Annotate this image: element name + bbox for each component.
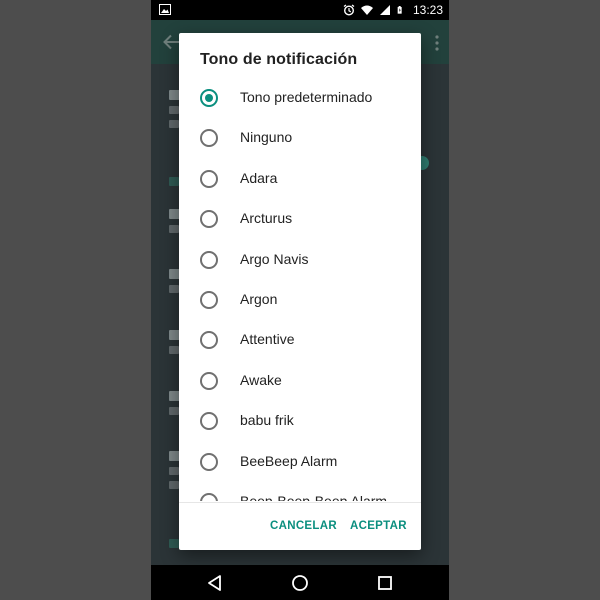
radio-unchecked-icon[interactable] — [200, 493, 218, 501]
status-time: 13:23 — [412, 3, 443, 17]
ringtone-option-label: Arcturus — [240, 210, 293, 227]
background-section-header — [169, 177, 179, 186]
ringtone-option-label: BeeBeep Alarm — [240, 452, 338, 469]
radio-unchecked-icon[interactable] — [200, 169, 218, 188]
ringtone-option[interactable]: BeeBeep Alarm — [179, 442, 421, 482]
ringtone-option[interactable]: Attentive — [179, 320, 421, 360]
navigation-bar — [151, 565, 449, 600]
radio-unchecked-icon[interactable] — [200, 250, 218, 269]
dialog-title: Tono de notificación — [200, 51, 358, 68]
more-vert-icon — [435, 35, 439, 51]
ringtone-option[interactable]: Argon — [179, 280, 421, 320]
alarm-icon — [343, 4, 355, 16]
cancel-button[interactable]: CANCELAR — [270, 520, 337, 532]
ringtone-option-label: Ninguno — [240, 129, 293, 146]
ringtone-options-list[interactable]: Tono predeterminado Ninguno Adara Arcturus A… — [179, 78, 421, 501]
accept-button[interactable]: ACEPTAR — [350, 520, 407, 532]
ringtone-option[interactable]: babu frik — [179, 401, 421, 441]
radio-unchecked-icon[interactable] — [200, 331, 218, 350]
ringtone-option[interactable]: Beep-Beep-Beep Alarm — [179, 482, 421, 501]
wifi-icon — [360, 5, 373, 15]
ringtone-option[interactable]: Awake — [179, 361, 421, 401]
signal-icon — [379, 5, 390, 15]
background-section-header — [169, 539, 179, 548]
radio-unchecked-icon[interactable] — [200, 371, 218, 390]
nav-home-icon[interactable] — [291, 574, 309, 592]
ringtone-option[interactable]: Ninguno — [179, 118, 421, 158]
ringtone-option-label: Attentive — [240, 331, 295, 348]
ringtone-option[interactable]: Tono predeterminado — [179, 78, 421, 118]
radio-unchecked-icon[interactable] — [200, 291, 218, 309]
radio-unchecked-icon[interactable] — [200, 412, 218, 431]
ringtone-option-label: Adara — [240, 169, 278, 186]
ringtone-option-label: babu frik — [240, 412, 294, 429]
battery-icon — [397, 6, 402, 14]
radio-unchecked-icon[interactable] — [200, 129, 218, 148]
nav-back-icon[interactable] — [206, 574, 224, 592]
dialog-divider — [179, 502, 421, 503]
ringtone-option-label: Awake — [240, 371, 282, 388]
radio-checked-icon[interactable] — [200, 89, 218, 107]
ringtone-option-label: Tono predeterminado — [240, 89, 373, 105]
ringtone-option-label: Argon — [240, 291, 278, 307]
nav-recents-icon[interactable] — [376, 574, 394, 592]
ringtone-option[interactable]: Argo Navis — [179, 240, 421, 280]
status-bar: 13:23 — [151, 0, 449, 20]
radio-unchecked-icon[interactable] — [200, 210, 218, 229]
ringtone-option[interactable]: Arcturus — [179, 199, 421, 239]
ringtone-option[interactable]: Adara — [179, 159, 421, 199]
ringtone-option-label: Argo Navis — [240, 250, 309, 267]
image-icon — [159, 4, 171, 15]
ringtone-option-label: Beep-Beep-Beep Alarm — [240, 493, 388, 501]
notification-tone-dialog: Tono de notificación Tono predeterminado… — [179, 33, 421, 550]
radio-unchecked-icon[interactable] — [200, 452, 218, 471]
